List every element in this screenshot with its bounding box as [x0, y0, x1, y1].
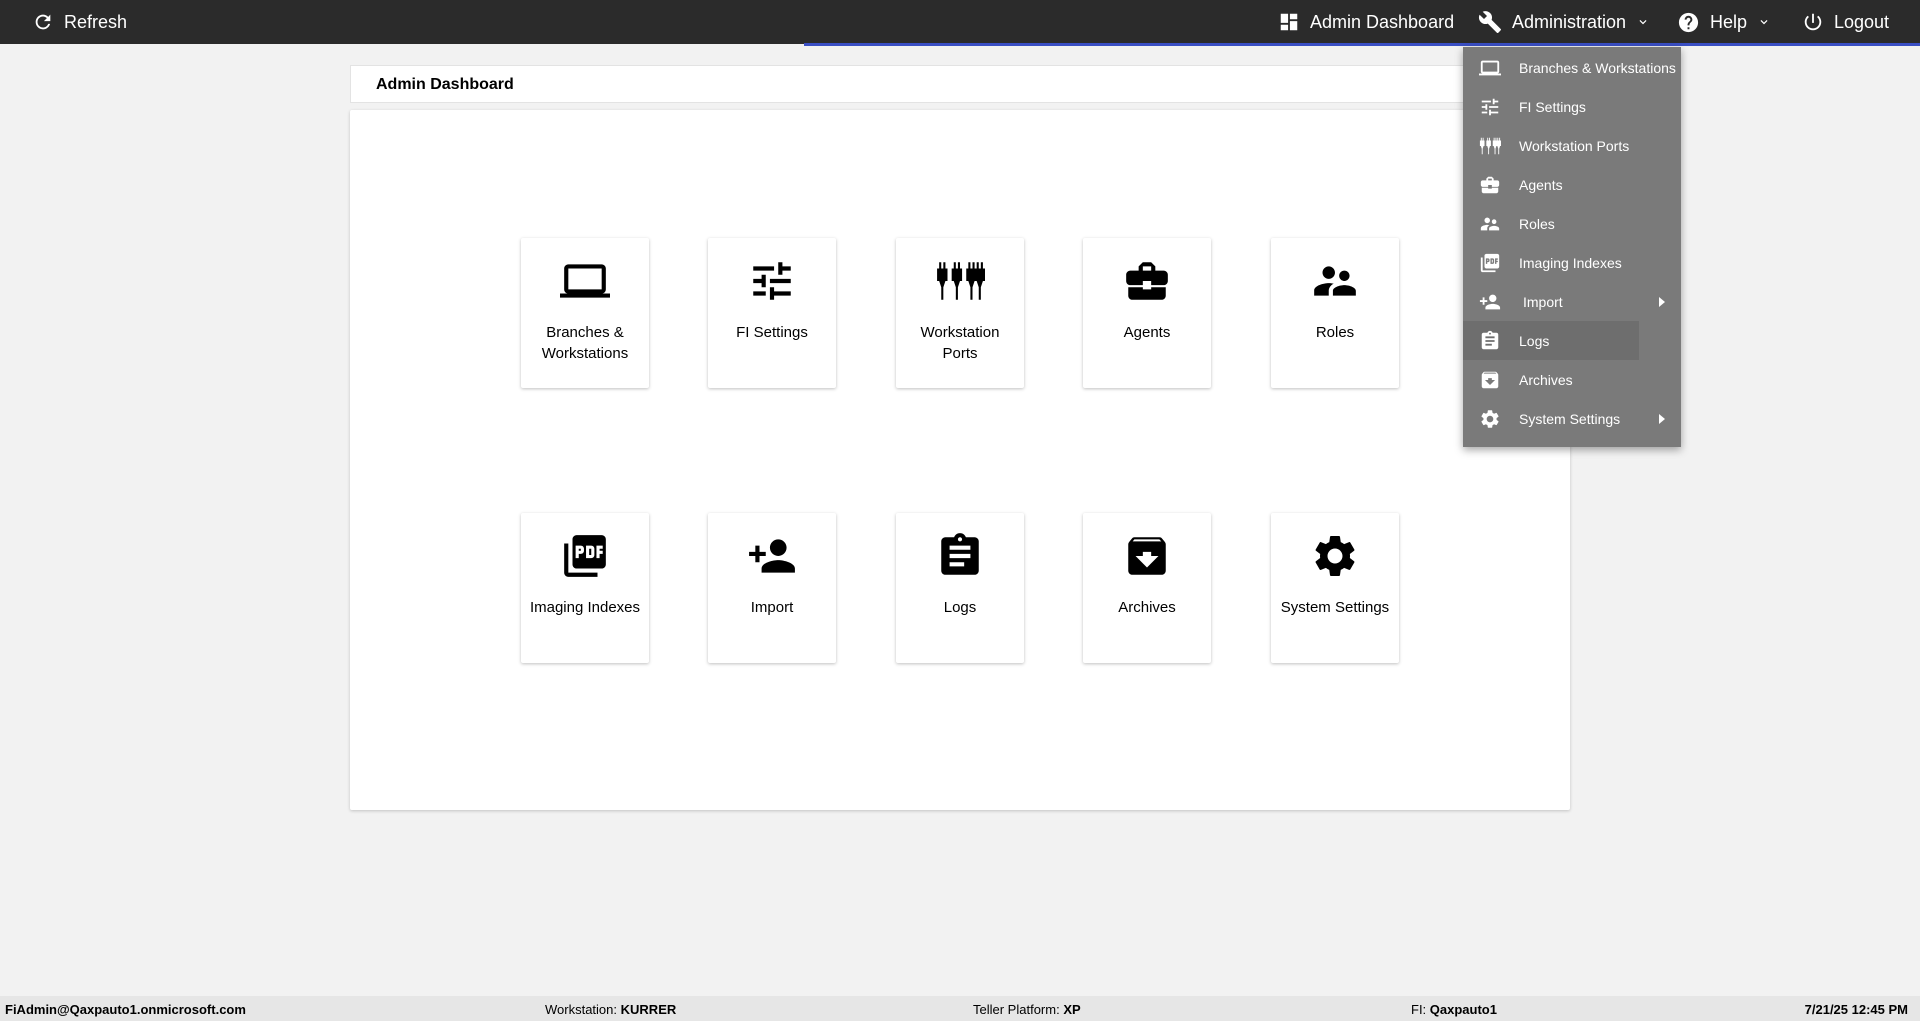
status-user: FiAdmin@Qaxpauto1.onmicrosoft.com [5, 1002, 246, 1017]
tile-logs[interactable]: Logs [896, 513, 1024, 663]
tile-branches-workstations[interactable]: Branches & Workstations [521, 238, 649, 388]
briefcase-icon [1122, 256, 1172, 306]
user-value: FiAdmin@Qaxpauto1.onmicrosoft.com [5, 1002, 246, 1017]
page-title-card: Admin Dashboard [350, 65, 1570, 103]
clipboard-icon [935, 531, 985, 581]
menu-item-agents[interactable]: Agents [1463, 165, 1681, 204]
dashboard-icon [1278, 11, 1300, 33]
status-bar: FiAdmin@Qaxpauto1.onmicrosoft.com Workst… [0, 996, 1920, 1021]
tile-system-settings[interactable]: System Settings [1271, 513, 1399, 663]
help-icon [1677, 11, 1700, 34]
admin-dashboard-label: Admin Dashboard [1310, 11, 1455, 32]
status-teller-platform: Teller Platform: XP [973, 1002, 1081, 1017]
menu-item-roles[interactable]: Roles [1463, 204, 1681, 243]
ports-icon [935, 256, 985, 306]
menu-item-label: Roles [1519, 215, 1555, 232]
person-add-icon [747, 531, 797, 581]
tile-label: Branches & Workstations [541, 324, 629, 362]
tile-archives[interactable]: Archives [1083, 513, 1211, 663]
gear-icon [1310, 531, 1360, 581]
archive-icon [1122, 531, 1172, 581]
refresh-button[interactable]: Refresh [32, 0, 127, 44]
menu-item-label: Branches & Workstations [1519, 59, 1676, 76]
menu-item-logs[interactable]: Logs [1463, 321, 1639, 360]
logout-label: Logout [1834, 11, 1890, 32]
menu-item-label: FI Settings [1519, 98, 1586, 115]
submenu-arrow-icon [1659, 296, 1665, 307]
archive-icon [1479, 369, 1501, 391]
ports-icon [1479, 135, 1501, 157]
datetime-value: 7/21/25 12:45 PM [1804, 1002, 1908, 1017]
administration-dropdown-menu: Branches & Workstations FI Settings Work… [1463, 47, 1681, 447]
platform-value: XP [1063, 1002, 1081, 1017]
tile-label: Imaging Indexes [529, 599, 641, 616]
tile-agents[interactable]: Agents [1083, 238, 1211, 388]
tile-label: FI Settings [736, 324, 808, 341]
people-icon [1310, 256, 1360, 306]
active-indicator-line [804, 43, 1920, 46]
tile-label: Import [750, 599, 794, 616]
menu-item-label: Imaging Indexes [1519, 254, 1622, 271]
refresh-icon [32, 11, 54, 33]
fi-label: FI: [1411, 1002, 1427, 1017]
tile-label: Workstation Ports [920, 324, 1000, 362]
menu-item-label: Workstation Ports [1519, 137, 1630, 154]
menu-item-import[interactable]: Import [1463, 282, 1681, 321]
fi-value: Qaxpauto1 [1429, 1002, 1497, 1017]
wrench-icon [1478, 10, 1502, 34]
refresh-label: Refresh [64, 11, 128, 32]
person-add-icon [1479, 291, 1501, 313]
admin-dashboard-button[interactable]: Admin Dashboard [1278, 0, 1454, 44]
clipboard-icon [1479, 330, 1501, 352]
menu-item-label: System Settings [1519, 410, 1621, 427]
workstation-value: KURRER [620, 1002, 677, 1017]
menu-item-workstation-ports[interactable]: Workstation Ports [1463, 126, 1681, 165]
tile-label: Archives [1118, 599, 1176, 616]
tile-import[interactable]: Import [708, 513, 836, 663]
tile-roles[interactable]: Roles [1271, 238, 1399, 388]
people-icon [1479, 213, 1501, 235]
menu-item-label: Import [1523, 293, 1563, 310]
administration-label: Administration [1512, 11, 1627, 32]
menu-item-fi-settings[interactable]: FI Settings [1463, 87, 1681, 126]
laptop-icon [1479, 57, 1501, 79]
tile-label: Agents [1123, 324, 1171, 341]
status-fi: FI: Qaxpauto1 [1411, 1002, 1497, 1017]
submenu-arrow-icon [1659, 413, 1665, 424]
menu-item-branches-workstations[interactable]: Branches & Workstations [1463, 48, 1681, 87]
help-menu-button[interactable]: Help [1677, 0, 1771, 44]
tune-icon [747, 256, 797, 306]
page-title: Admin Dashboard [376, 76, 514, 93]
tile-fi-settings[interactable]: FI Settings [708, 238, 836, 388]
menu-item-label: Agents [1519, 176, 1563, 193]
pdf-icon [560, 531, 610, 581]
tile-label: System Settings [1280, 599, 1390, 616]
tile-label: Logs [943, 599, 977, 616]
tile-imaging-indexes[interactable]: Imaging Indexes [521, 513, 649, 663]
status-datetime: 7/21/25 12:45 PM [1805, 1002, 1908, 1017]
briefcase-icon [1479, 174, 1501, 196]
chevron-down-icon [1757, 15, 1771, 29]
menu-item-label: Archives [1519, 371, 1573, 388]
chevron-down-icon [1636, 15, 1650, 29]
tile-workstation-ports[interactable]: Workstation Ports [896, 238, 1024, 388]
laptop-icon [560, 256, 610, 306]
menu-item-system-settings[interactable]: System Settings [1463, 399, 1681, 438]
power-icon [1802, 11, 1824, 33]
tune-icon [1479, 96, 1501, 118]
dashboard-card: Branches & Workstations FI Settings Work… [350, 110, 1570, 810]
top-navigation-bar: Refresh Admin Dashboard Administration H… [0, 0, 1920, 46]
menu-item-label: Logs [1519, 332, 1550, 349]
tile-label: Roles [1315, 324, 1355, 341]
menu-item-imaging-indexes[interactable]: Imaging Indexes [1463, 243, 1681, 282]
platform-label: Teller Platform: [973, 1002, 1060, 1017]
menu-item-archives[interactable]: Archives [1463, 360, 1681, 399]
logout-button[interactable]: Logout [1802, 0, 1889, 44]
administration-menu-button[interactable]: Administration [1478, 0, 1650, 44]
gear-icon [1479, 408, 1501, 430]
help-label: Help [1710, 11, 1748, 32]
status-workstation: Workstation: KURRER [545, 1002, 676, 1017]
workstation-label: Workstation: [545, 1002, 618, 1017]
pdf-icon [1479, 252, 1501, 274]
